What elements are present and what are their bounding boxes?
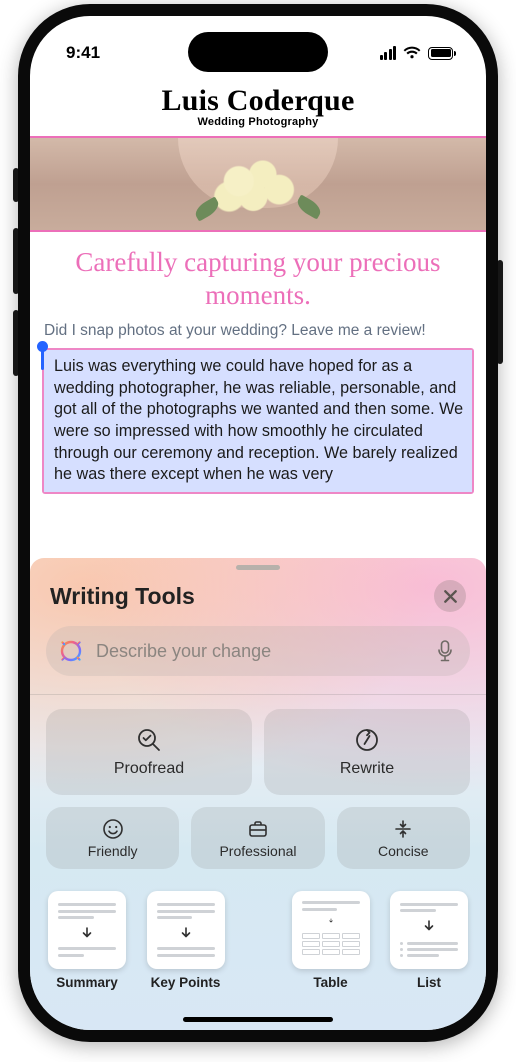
- smile-icon: [102, 818, 124, 840]
- briefcase-icon: [247, 818, 269, 840]
- apple-intelligence-icon: [58, 638, 84, 664]
- rewrite-button[interactable]: Rewrite: [264, 709, 470, 795]
- divider: [30, 694, 486, 695]
- proofread-label: Proofread: [114, 760, 184, 778]
- microphone-icon[interactable]: [436, 640, 454, 662]
- keypoints-label: Key Points: [151, 975, 221, 990]
- friendly-label: Friendly: [88, 843, 138, 859]
- list-card[interactable]: [390, 891, 468, 969]
- arrow-down-icon: [179, 926, 193, 940]
- sheet-grabber[interactable]: [236, 565, 280, 570]
- sheet-title: Writing Tools: [50, 583, 195, 610]
- input-placeholder: Describe your change: [96, 641, 424, 662]
- professional-label: Professional: [219, 843, 296, 859]
- iphone-frame: 9:41 Luis Coderque Wedding Photography: [18, 4, 498, 1042]
- proofread-button[interactable]: Proofread: [46, 709, 252, 795]
- rewrite-label: Rewrite: [340, 760, 394, 778]
- summary-card[interactable]: [48, 891, 126, 969]
- magnifier-check-icon: [135, 726, 163, 754]
- concise-icon: [392, 818, 414, 840]
- battery-icon: [428, 47, 456, 60]
- dynamic-island: [188, 32, 328, 72]
- concise-label: Concise: [378, 843, 429, 859]
- status-time: 9:41: [66, 43, 100, 63]
- tagline: Carefully capturing your precious moment…: [30, 232, 486, 322]
- brand-name: Luis Coderque: [30, 84, 486, 118]
- hero-image: [30, 136, 486, 232]
- list-label: List: [417, 975, 441, 990]
- review-prompt: Did I snap photos at your wedding? Leave…: [30, 322, 486, 348]
- cellular-signal-icon: [380, 46, 397, 60]
- home-indicator[interactable]: [183, 1017, 333, 1022]
- page-header: Luis Coderque Wedding Photography: [30, 74, 486, 132]
- close-icon: [444, 590, 457, 603]
- arrow-down-icon: [324, 918, 338, 924]
- selected-text-field[interactable]: Luis was everything we could have hoped …: [42, 348, 474, 494]
- screen: 9:41 Luis Coderque Wedding Photography: [30, 16, 486, 1030]
- keypoints-card[interactable]: [147, 891, 225, 969]
- wifi-icon: [403, 46, 421, 60]
- arrow-down-icon: [80, 926, 94, 940]
- describe-change-input[interactable]: Describe your change: [46, 626, 470, 676]
- professional-button[interactable]: Professional: [191, 807, 324, 869]
- close-button[interactable]: [434, 580, 466, 612]
- rewrite-icon: [353, 726, 381, 754]
- table-card[interactable]: [292, 891, 370, 969]
- table-label: Table: [313, 975, 347, 990]
- summary-label: Summary: [56, 975, 118, 990]
- text-cursor: [41, 350, 44, 370]
- arrow-down-icon: [422, 919, 436, 933]
- selected-text: Luis was everything we could have hoped …: [54, 356, 464, 486]
- writing-tools-sheet: Writing Tools: [30, 558, 486, 1030]
- friendly-button[interactable]: Friendly: [46, 807, 179, 869]
- concise-button[interactable]: Concise: [337, 807, 470, 869]
- brand-subtitle: Wedding Photography: [30, 116, 486, 128]
